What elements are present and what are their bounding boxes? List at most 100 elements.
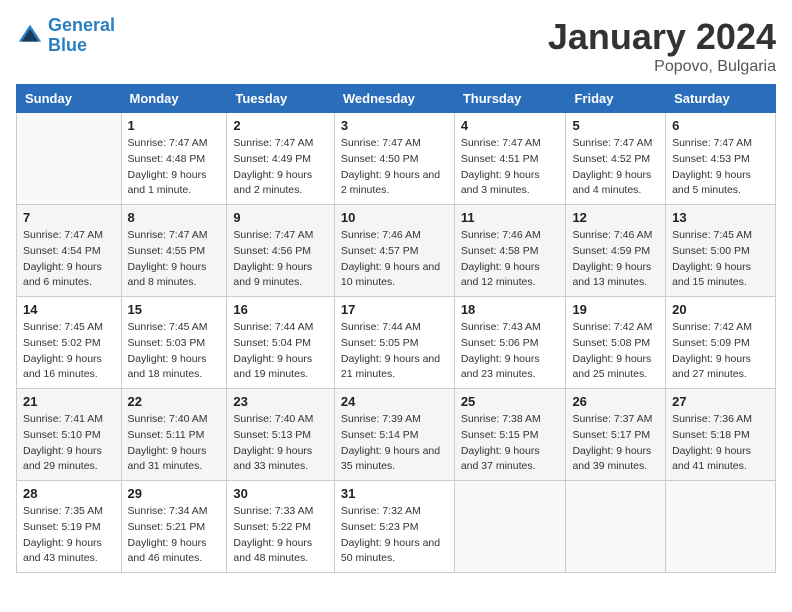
day-info: Sunrise: 7:38 AMSunset: 5:15 PMDaylight:…: [461, 412, 560, 475]
table-row: 11 Sunrise: 7:46 AMSunset: 4:58 PMDayligh…: [454, 205, 566, 297]
table-row: 15Sunrise: 7:45 AMSunset: 5:03 PMDayligh…: [121, 297, 227, 389]
day-number: 31: [341, 486, 448, 501]
table-row: 4 Sunrise: 7:47 AMSunset: 4:51 PMDaylight…: [454, 113, 566, 205]
day-info: Sunrise: 7:45 AMSunset: 5:00 PMDaylight:…: [672, 228, 769, 291]
day-number: 23: [233, 394, 327, 409]
col-friday: Friday: [566, 85, 666, 113]
table-row: 3 Sunrise: 7:47 AMSunset: 4:50 PMDaylight…: [334, 113, 454, 205]
day-info: Sunrise: 7:47 AMSunset: 4:48 PMDaylight:…: [128, 136, 221, 199]
day-info: Sunrise: 7:40 AMSunset: 5:11 PMDaylight:…: [128, 412, 221, 475]
day-number: 18: [461, 302, 560, 317]
day-number: 17: [341, 302, 448, 317]
table-row: 28 Sunrise: 7:35 AMSunset: 5:19 PMDayligh…: [17, 481, 122, 573]
day-number: 5: [572, 118, 659, 133]
col-thursday: Thursday: [454, 85, 566, 113]
page-header: General Blue January 2024 Popovo, Bulgar…: [16, 16, 776, 76]
day-number: 1: [128, 118, 221, 133]
table-row: 12Sunrise: 7:46 AMSunset: 4:59 PMDayligh…: [566, 205, 666, 297]
table-row: 22 Sunrise: 7:40 AMSunset: 5:11 PMDayligh…: [121, 389, 227, 481]
day-info: Sunrise: 7:44 AMSunset: 5:04 PMDaylight:…: [233, 320, 327, 383]
day-info: Sunrise: 7:47 AMSunset: 4:50 PMDaylight:…: [341, 136, 448, 199]
col-saturday: Saturday: [666, 85, 776, 113]
day-info: Sunrise: 7:46 AMSunset: 4:58 PMDaylight:…: [461, 228, 560, 291]
day-number: 22: [128, 394, 221, 409]
logo-line1: General: [48, 15, 115, 35]
day-number: 7: [23, 210, 115, 225]
col-wednesday: Wednesday: [334, 85, 454, 113]
calendar-title: January 2024: [548, 16, 776, 58]
day-info: Sunrise: 7:47 AMSunset: 4:49 PMDaylight:…: [233, 136, 327, 199]
col-tuesday: Tuesday: [227, 85, 334, 113]
day-info: Sunrise: 7:35 AMSunset: 5:19 PMDaylight:…: [23, 504, 115, 567]
day-number: 30: [233, 486, 327, 501]
day-number: 2: [233, 118, 327, 133]
logo-icon: [16, 22, 44, 50]
day-info: Sunrise: 7:32 AMSunset: 5:23 PMDaylight:…: [341, 504, 448, 567]
day-number: 24: [341, 394, 448, 409]
table-row: 31 Sunrise: 7:32 AMSunset: 5:23 PMDayligh…: [334, 481, 454, 573]
day-info: Sunrise: 7:40 AMSunset: 5:13 PMDaylight:…: [233, 412, 327, 475]
table-row: 2 Sunrise: 7:47 AMSunset: 4:49 PMDaylight…: [227, 113, 334, 205]
day-info: Sunrise: 7:33 AMSunset: 5:22 PMDaylight:…: [233, 504, 327, 567]
table-row: 24Sunrise: 7:39 AMSunset: 5:14 PMDayligh…: [334, 389, 454, 481]
day-number: 25: [461, 394, 560, 409]
col-sunday: Sunday: [17, 85, 122, 113]
day-info: Sunrise: 7:36 AMSunset: 5:18 PMDaylight:…: [672, 412, 769, 475]
title-block: January 2024 Popovo, Bulgaria: [548, 16, 776, 76]
day-info: Sunrise: 7:37 AMSunset: 5:17 PMDaylight:…: [572, 412, 659, 475]
table-row: 27 Sunrise: 7:36 AMSunset: 5:18 PMDayligh…: [666, 389, 776, 481]
calendar-week-row: 14Sunrise: 7:45 AMSunset: 5:02 PMDayligh…: [17, 297, 776, 389]
table-row: 8 Sunrise: 7:47 AMSunset: 4:55 PMDaylight…: [121, 205, 227, 297]
table-row: 19Sunrise: 7:42 AMSunset: 5:08 PMDayligh…: [566, 297, 666, 389]
calendar-subtitle: Popovo, Bulgaria: [548, 58, 776, 76]
day-info: Sunrise: 7:41 AMSunset: 5:10 PMDaylight:…: [23, 412, 115, 475]
day-number: 11: [461, 210, 560, 225]
day-number: 9: [233, 210, 327, 225]
day-number: 8: [128, 210, 221, 225]
day-number: 29: [128, 486, 221, 501]
table-row: [566, 481, 666, 573]
day-info: Sunrise: 7:45 AMSunset: 5:02 PMDaylight:…: [23, 320, 115, 383]
logo: General Blue: [16, 16, 115, 56]
logo-line2: Blue: [48, 35, 87, 55]
day-number: 3: [341, 118, 448, 133]
table-row: 26 Sunrise: 7:37 AMSunset: 5:17 PMDayligh…: [566, 389, 666, 481]
table-row: 7Sunrise: 7:47 AMSunset: 4:54 PMDaylight…: [17, 205, 122, 297]
day-number: 21: [23, 394, 115, 409]
day-number: 4: [461, 118, 560, 133]
table-row: [666, 481, 776, 573]
day-number: 27: [672, 394, 769, 409]
table-row: [454, 481, 566, 573]
table-row: 25 Sunrise: 7:38 AMSunset: 5:15 PMDayligh…: [454, 389, 566, 481]
day-info: Sunrise: 7:47 AMSunset: 4:51 PMDaylight:…: [461, 136, 560, 199]
table-row: 10Sunrise: 7:46 AMSunset: 4:57 PMDayligh…: [334, 205, 454, 297]
day-number: 28: [23, 486, 115, 501]
day-info: Sunrise: 7:47 AMSunset: 4:55 PMDaylight:…: [128, 228, 221, 291]
table-row: 9 Sunrise: 7:47 AMSunset: 4:56 PMDaylight…: [227, 205, 334, 297]
table-row: 21 Sunrise: 7:41 AMSunset: 5:10 PMDayligh…: [17, 389, 122, 481]
calendar-week-row: 28 Sunrise: 7:35 AMSunset: 5:19 PMDayligh…: [17, 481, 776, 573]
calendar-week-row: 7Sunrise: 7:47 AMSunset: 4:54 PMDaylight…: [17, 205, 776, 297]
table-row: 17Sunrise: 7:44 AMSunset: 5:05 PMDayligh…: [334, 297, 454, 389]
day-info: Sunrise: 7:43 AMSunset: 5:06 PMDaylight:…: [461, 320, 560, 383]
table-row: [17, 113, 122, 205]
calendar-header-row: Sunday Monday Tuesday Wednesday Thursday…: [17, 85, 776, 113]
day-info: Sunrise: 7:47 AMSunset: 4:56 PMDaylight:…: [233, 228, 327, 291]
day-number: 15: [128, 302, 221, 317]
col-monday: Monday: [121, 85, 227, 113]
table-row: 30 Sunrise: 7:33 AMSunset: 5:22 PMDayligh…: [227, 481, 334, 573]
table-row: 1 Sunrise: 7:47 AMSunset: 4:48 PMDaylight…: [121, 113, 227, 205]
logo-text: General Blue: [48, 16, 115, 56]
day-number: 26: [572, 394, 659, 409]
table-row: 16 Sunrise: 7:44 AMSunset: 5:04 PMDayligh…: [227, 297, 334, 389]
day-info: Sunrise: 7:42 AMSunset: 5:08 PMDaylight:…: [572, 320, 659, 383]
day-info: Sunrise: 7:46 AMSunset: 4:57 PMDaylight:…: [341, 228, 448, 291]
day-info: Sunrise: 7:47 AMSunset: 4:53 PMDaylight:…: [672, 136, 769, 199]
table-row: 20Sunrise: 7:42 AMSunset: 5:09 PMDayligh…: [666, 297, 776, 389]
table-row: 6 Sunrise: 7:47 AMSunset: 4:53 PMDaylight…: [666, 113, 776, 205]
table-row: 18 Sunrise: 7:43 AMSunset: 5:06 PMDayligh…: [454, 297, 566, 389]
day-number: 16: [233, 302, 327, 317]
table-row: 5Sunrise: 7:47 AMSunset: 4:52 PMDaylight…: [566, 113, 666, 205]
day-number: 6: [672, 118, 769, 133]
calendar-table: Sunday Monday Tuesday Wednesday Thursday…: [16, 84, 776, 573]
